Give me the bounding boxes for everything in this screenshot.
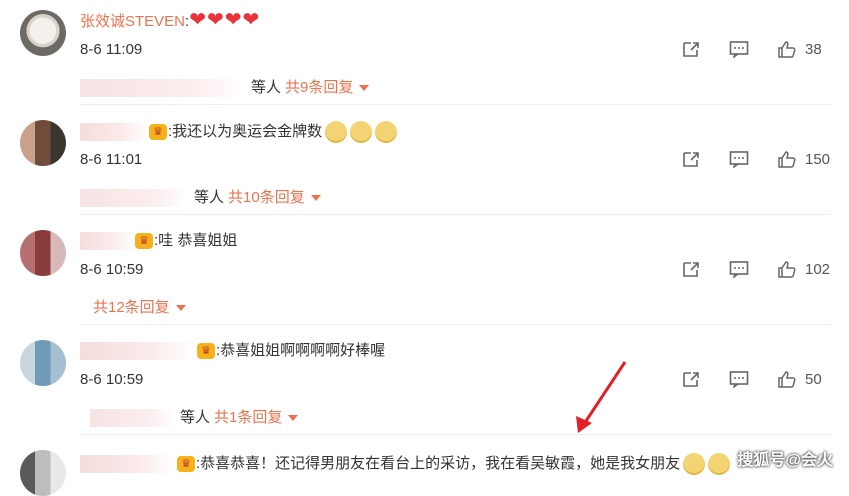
dropdown-caret-icon[interactable]	[288, 415, 299, 422]
blurred-repliers	[80, 189, 188, 208]
like-count: 50	[805, 370, 822, 388]
vip-crown-icon: ♛	[135, 233, 153, 250]
reply-count-link[interactable]: 共1条回复	[214, 409, 282, 426]
avatar[interactable]	[20, 120, 66, 166]
replies-summary[interactable]: 等人 共9条回复	[80, 76, 370, 98]
vip-crown-icon: ♛	[197, 343, 215, 360]
watermark: 搜狐号@会火	[737, 452, 833, 469]
comment-text: :我还以为奥运会金牌数	[168, 122, 323, 140]
doge-emoji-icon	[350, 121, 373, 143]
avatar[interactable]	[20, 230, 66, 276]
annotation-arrow-icon	[576, 361, 627, 433]
comment-body: ♛:恭喜恭喜！还记得男朋友在看台上的采访，我在看吴敏霞，她是我女朋友	[80, 453, 731, 475]
doge-emoji-icon	[375, 121, 398, 143]
avatar[interactable]	[20, 10, 66, 56]
reply-etc: 等人	[194, 189, 225, 206]
comment-actions: 38	[653, 40, 831, 59]
like-icon[interactable]	[777, 370, 797, 388]
blurred-username[interactable]	[80, 123, 148, 141]
share-icon[interactable]	[681, 40, 701, 58]
reply-count-link[interactable]: 共10条回复	[228, 189, 305, 206]
reply-count-link[interactable]: 共12条回复	[93, 299, 170, 316]
divider	[80, 324, 831, 325]
comment-icon[interactable]	[729, 40, 749, 59]
comment-body: ♛:我还以为奥运会金牌数	[80, 121, 398, 143]
dropdown-caret-icon[interactable]	[310, 195, 321, 202]
avatar[interactable]	[20, 340, 66, 386]
dropdown-caret-icon[interactable]	[175, 305, 186, 312]
like-icon[interactable]	[777, 40, 797, 58]
comment-text: :哇 恭喜姐姐	[154, 232, 238, 249]
comment-icon[interactable]	[729, 370, 749, 389]
heart-emoji: ❤❤❤❤	[189, 9, 261, 31]
reply-etc: 等人	[251, 79, 282, 96]
blurred-username[interactable]	[80, 455, 176, 473]
divider	[80, 434, 831, 435]
blurred-repliers	[90, 409, 174, 428]
comment-body: ♛:恭喜姐姐啊啊啊啊好棒喔	[80, 341, 385, 361]
vip-crown-icon: ♛	[149, 124, 167, 140]
emoji-icon	[683, 453, 706, 475]
comment-body: ♛:哇 恭喜姐姐	[80, 231, 237, 251]
comment-actions: 50	[653, 370, 831, 389]
reply-etc: 等人	[180, 409, 211, 426]
comment-text: :恭喜姐姐啊啊啊啊好棒喔	[216, 342, 386, 359]
share-icon[interactable]	[681, 370, 701, 388]
divider	[80, 104, 831, 105]
comment-body: 张效诚STEVEN:❤❤❤❤	[80, 10, 260, 32]
username[interactable]: 张效诚STEVEN	[80, 13, 185, 30]
doge-emoji-icon	[325, 121, 348, 143]
comment-icon[interactable]	[729, 260, 749, 279]
like-icon[interactable]	[777, 150, 797, 168]
comment-text: :恭喜恭喜！还记得男朋友在看台上的采访，我在看吴敏霞，她是我女朋友	[196, 454, 681, 472]
like-count: 150	[805, 150, 831, 168]
like-count: 102	[805, 260, 831, 278]
comment-time: 8-6 10:59	[80, 261, 144, 278]
share-icon[interactable]	[681, 150, 701, 168]
like-icon[interactable]	[777, 260, 797, 278]
vip-crown-icon: ♛	[177, 456, 195, 472]
dropdown-caret-icon[interactable]	[359, 85, 370, 92]
replies-summary[interactable]: 共12条回复	[93, 296, 186, 317]
emoji-icon	[708, 453, 731, 475]
blurred-repliers	[80, 79, 245, 98]
comment-actions: 150	[653, 150, 831, 169]
comment-time: 8-6 11:01	[80, 151, 143, 168]
divider	[80, 214, 831, 215]
share-icon[interactable]	[681, 260, 701, 278]
replies-summary[interactable]: 等人 共10条回复	[80, 186, 321, 208]
comment-actions: 102	[653, 260, 831, 279]
replies-summary[interactable]: 等人 共1条回复	[90, 406, 299, 428]
reply-count-link[interactable]: 共9条回复	[285, 79, 353, 96]
blurred-username[interactable]	[80, 232, 134, 251]
comment-icon[interactable]	[729, 150, 749, 169]
comment-time: 8-6 11:09	[80, 41, 143, 58]
like-count: 38	[805, 40, 822, 58]
comment-time: 8-6 10:59	[80, 371, 144, 388]
blurred-username[interactable]	[80, 342, 196, 361]
avatar[interactable]	[20, 450, 66, 496]
